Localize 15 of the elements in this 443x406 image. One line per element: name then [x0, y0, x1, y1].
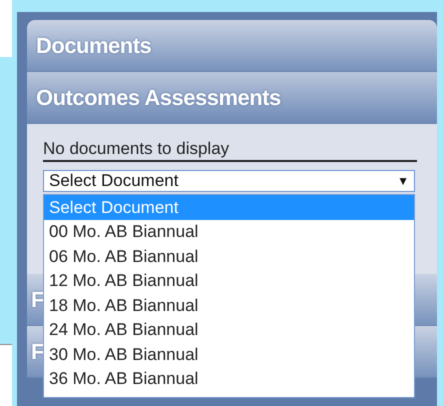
dropdown-option[interactable]: 18 Mo. AB Biannual — [44, 293, 414, 318]
dropdown-option[interactable]: 00 Mo. AB Biannual — [44, 220, 414, 244]
section-title: F — [31, 338, 44, 366]
dropdown-option[interactable]: 36 Mo. AB Biannual — [44, 366, 414, 391]
section-title: Outcomes Assessments — [36, 84, 281, 112]
document-select[interactable]: Select Document ▼ — [43, 170, 415, 192]
section-title: F — [31, 286, 44, 314]
dropdown-arrow: ▼ — [397, 173, 409, 190]
dropdown-option[interactable]: 12 Mo. AB Biannual — [44, 268, 414, 293]
select-value: Select Document — [49, 170, 178, 192]
empty-message: No documents to display — [43, 140, 417, 162]
section-title: Documents — [36, 32, 152, 60]
dropdown-option[interactable]: 06 Mo. AB Biannual — [44, 244, 414, 268]
dropdown-option[interactable]: 30 Mo. AB Biannual — [44, 342, 414, 366]
dropdown-option[interactable]: 24 Mo. AB Biannual — [44, 318, 414, 342]
